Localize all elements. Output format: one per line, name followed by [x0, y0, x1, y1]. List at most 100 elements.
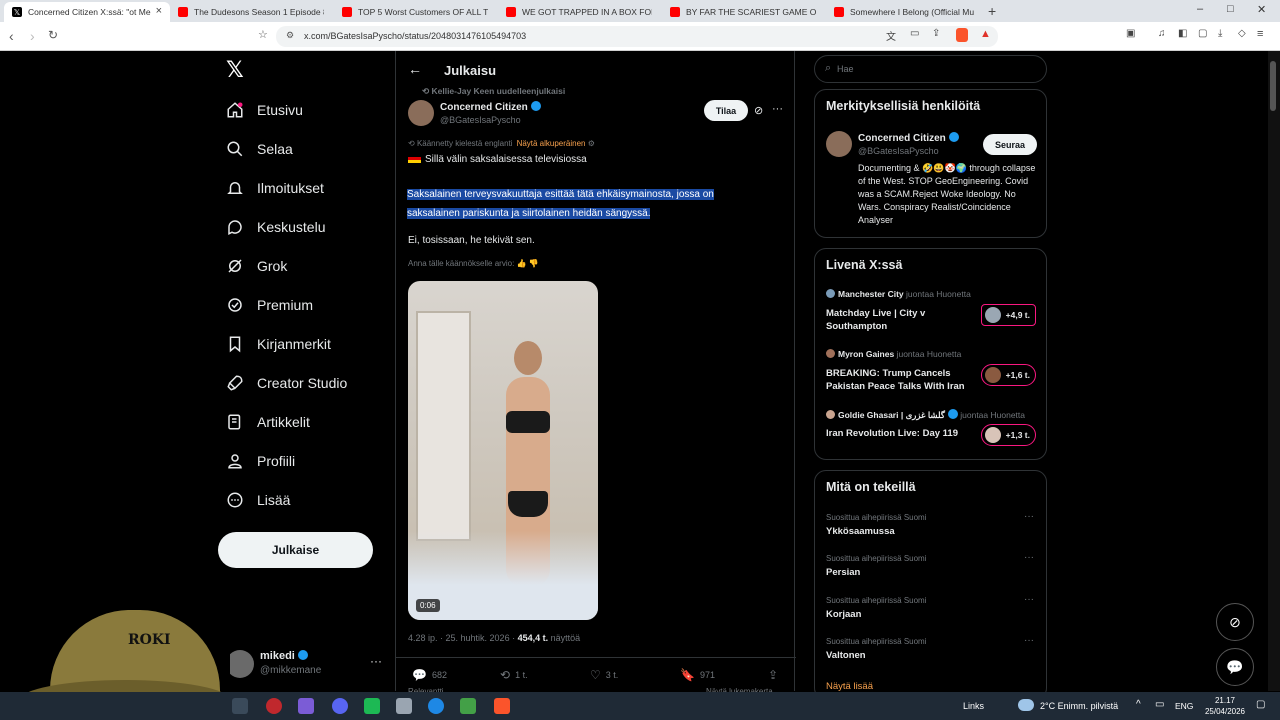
media-player-icon[interactable] [460, 698, 476, 714]
browser-tab[interactable]: The Dudesons Season 1 Episode 8 "Th [170, 2, 336, 22]
menu-icon[interactable]: ≡ [1257, 28, 1263, 40]
post-button[interactable]: Julkaise [218, 532, 373, 568]
brave-shield-icon[interactable] [956, 28, 968, 42]
author-name[interactable]: Concerned Citizen [440, 101, 541, 113]
browser-tab[interactable]: WE GOT TRAPPED IN A BOX FOR 24 H [498, 2, 664, 22]
more-icon[interactable]: ··· [1024, 635, 1034, 646]
weather-text[interactable]: 2°C Enimm. pilvistä [1040, 701, 1118, 711]
grok-fab-button[interactable]: ⊘ [1216, 603, 1254, 641]
trend-item[interactable]: Suosittua aihepiirissä Suomi Ykkösaamuss… [826, 511, 1041, 547]
nav-item-chat[interactable]: Keskustelu [226, 215, 325, 239]
thumbs-down-icon[interactable]: 👎 [529, 259, 539, 268]
reload-icon[interactable]: ↻ [48, 28, 58, 42]
brave-icon[interactable] [494, 698, 510, 714]
settings-icon[interactable]: ⚙ [586, 139, 595, 148]
nav-item-creator-studio[interactable]: Creator Studio [226, 371, 347, 395]
repost-button[interactable]: ⟲ 1 t. [500, 668, 528, 682]
avatar[interactable] [826, 131, 852, 157]
scrollbar-thumb[interactable] [1270, 61, 1276, 111]
nav-item-explore[interactable]: Selaa [226, 137, 293, 161]
app-icon[interactable] [396, 698, 412, 714]
share-button[interactable]: ⇪ [768, 668, 783, 682]
card-title: Merkityksellisiä henkilöitä [826, 99, 981, 113]
nav-item-grok[interactable]: Grok [226, 254, 287, 278]
nav-item-profile[interactable]: Profiili [226, 449, 295, 473]
opera-icon[interactable] [266, 698, 282, 714]
browser-tab[interactable]: 𝕏 Concerned Citizen X:ssä: "ot Me × [4, 2, 170, 22]
chevron-up-icon[interactable]: ^ [1136, 699, 1141, 710]
live-space-item[interactable]: Goldie Ghasari | گلشا غزری juontaa Huone… [826, 409, 1041, 459]
more-icon[interactable]: ··· [772, 103, 783, 115]
task-view-icon[interactable] [232, 698, 248, 714]
vpn-icon[interactable]: ◇ [1238, 28, 1246, 39]
show-more-link[interactable]: Näytä lisää [826, 681, 873, 692]
cast-icon[interactable]: ▭ [910, 28, 919, 39]
subscribe-button[interactable]: Tilaa [704, 100, 748, 121]
edge-icon[interactable] [428, 698, 444, 714]
sidebar-icon[interactable]: ▣ [1126, 28, 1135, 39]
repost-context[interactable]: ⟲ Kellie-Jay Keen uudelleenjulkaisi [422, 86, 565, 97]
nav-item-notifications[interactable]: Ilmoitukset [226, 176, 324, 200]
discord-icon[interactable] [332, 698, 348, 714]
clock[interactable]: 21.17 25/04/2026 [1200, 695, 1250, 717]
nav-item-premium[interactable]: Premium [226, 293, 313, 317]
person-name[interactable]: Concerned Citizen [858, 132, 959, 144]
search-input[interactable]: ⌕ Hae [814, 55, 1047, 83]
language-indicator[interactable]: ENG [1175, 701, 1193, 711]
reply-button[interactable]: 💬 682 [412, 668, 447, 682]
panel-icon[interactable]: ◧ [1178, 28, 1187, 39]
like-button[interactable]: ♡ 3 t. [590, 668, 618, 682]
live-space-item[interactable]: Manchester City juontaa Huonetta Matchda… [826, 289, 1041, 339]
back-arrow-icon[interactable]: ← [408, 61, 422, 77]
more-icon[interactable]: ··· [1024, 552, 1034, 563]
video-player[interactable]: 0:06 [408, 281, 598, 620]
back-nav-icon[interactable]: ‹ [9, 28, 14, 44]
site-info-icon[interactable]: ⚙ [286, 30, 294, 41]
nav-item-bookmarks[interactable]: Kirjanmerkit [226, 332, 331, 356]
account-switcher[interactable]: mikedi @mikkemane ··· [226, 648, 386, 682]
follow-button[interactable]: Seuraa [983, 134, 1037, 155]
share-icon[interactable]: ⇪ [932, 28, 940, 39]
video-frame [416, 311, 471, 541]
maximize-button[interactable]: □ [1227, 3, 1234, 15]
minimize-button[interactable]: – [1197, 3, 1203, 15]
nav-item-articles[interactable]: Artikkelit [226, 410, 310, 434]
thumbs-up-icon[interactable]: 👍 [517, 259, 527, 268]
nav-item-home[interactable]: Etusivu [226, 98, 303, 122]
media-icon[interactable]: ♫ [1158, 28, 1166, 39]
more-icon[interactable]: ··· [370, 654, 382, 668]
grok-icon[interactable]: ⊘ [754, 104, 763, 117]
bookmark-page-icon[interactable]: ☆ [258, 28, 268, 41]
app-icon[interactable] [364, 698, 380, 714]
new-tab-button[interactable]: + [988, 3, 996, 19]
forward-nav-icon[interactable]: › [30, 28, 35, 44]
browser-tab[interactable]: BY FAR THE SCARIEST GAME OF THE [662, 2, 828, 22]
trend-item[interactable]: Suosittua aihepiirissä Suomi Korjaan ··· [826, 594, 1041, 630]
browser-tab[interactable]: TOP 5 Worst Customers OF ALL TIME [334, 2, 500, 22]
nav-item-more[interactable]: Lisää [226, 488, 290, 512]
live-space-item[interactable]: Myron Gaines juontaa Huonetta BREAKING: … [826, 349, 1041, 399]
brave-rewards-icon[interactable]: ▲ [980, 28, 991, 40]
close-window-button[interactable]: ✕ [1257, 3, 1266, 16]
app-icon[interactable] [298, 698, 314, 714]
wallet-icon[interactable]: ▢ [1198, 28, 1207, 39]
close-icon[interactable]: × [156, 5, 162, 17]
download-icon[interactable]: ⤓ [1218, 28, 1222, 39]
show-original-link[interactable]: Näytä alkuperäinen [517, 139, 586, 148]
browser-tab[interactable]: Somewhere I Belong (Official Mu [826, 2, 992, 22]
bookmark-button[interactable]: 🔖 971 [680, 668, 715, 682]
author-avatar[interactable] [408, 100, 434, 126]
person-handle[interactable]: @BGatesIsaPyscho [858, 146, 939, 156]
x-logo[interactable]: 𝕏 [226, 58, 244, 83]
translate-icon[interactable]: 文 [886, 28, 896, 43]
author-handle[interactable]: @BGatesIsaPyscho [440, 115, 521, 125]
network-icon[interactable]: ▭ [1155, 699, 1164, 710]
links-toolbar[interactable]: Links [963, 701, 984, 711]
trend-item[interactable]: Suosittua aihepiirissä Suomi Persian ··· [826, 552, 1041, 588]
trend-item[interactable]: Suosittua aihepiirissä Suomi Valtonen ··… [826, 635, 1041, 671]
scrollbar[interactable] [1268, 51, 1280, 691]
more-icon[interactable]: ··· [1024, 511, 1034, 522]
notification-icon[interactable]: ▢ [1256, 699, 1265, 710]
messages-fab-button[interactable]: 💬 [1216, 648, 1254, 686]
more-icon[interactable]: ··· [1024, 594, 1034, 605]
